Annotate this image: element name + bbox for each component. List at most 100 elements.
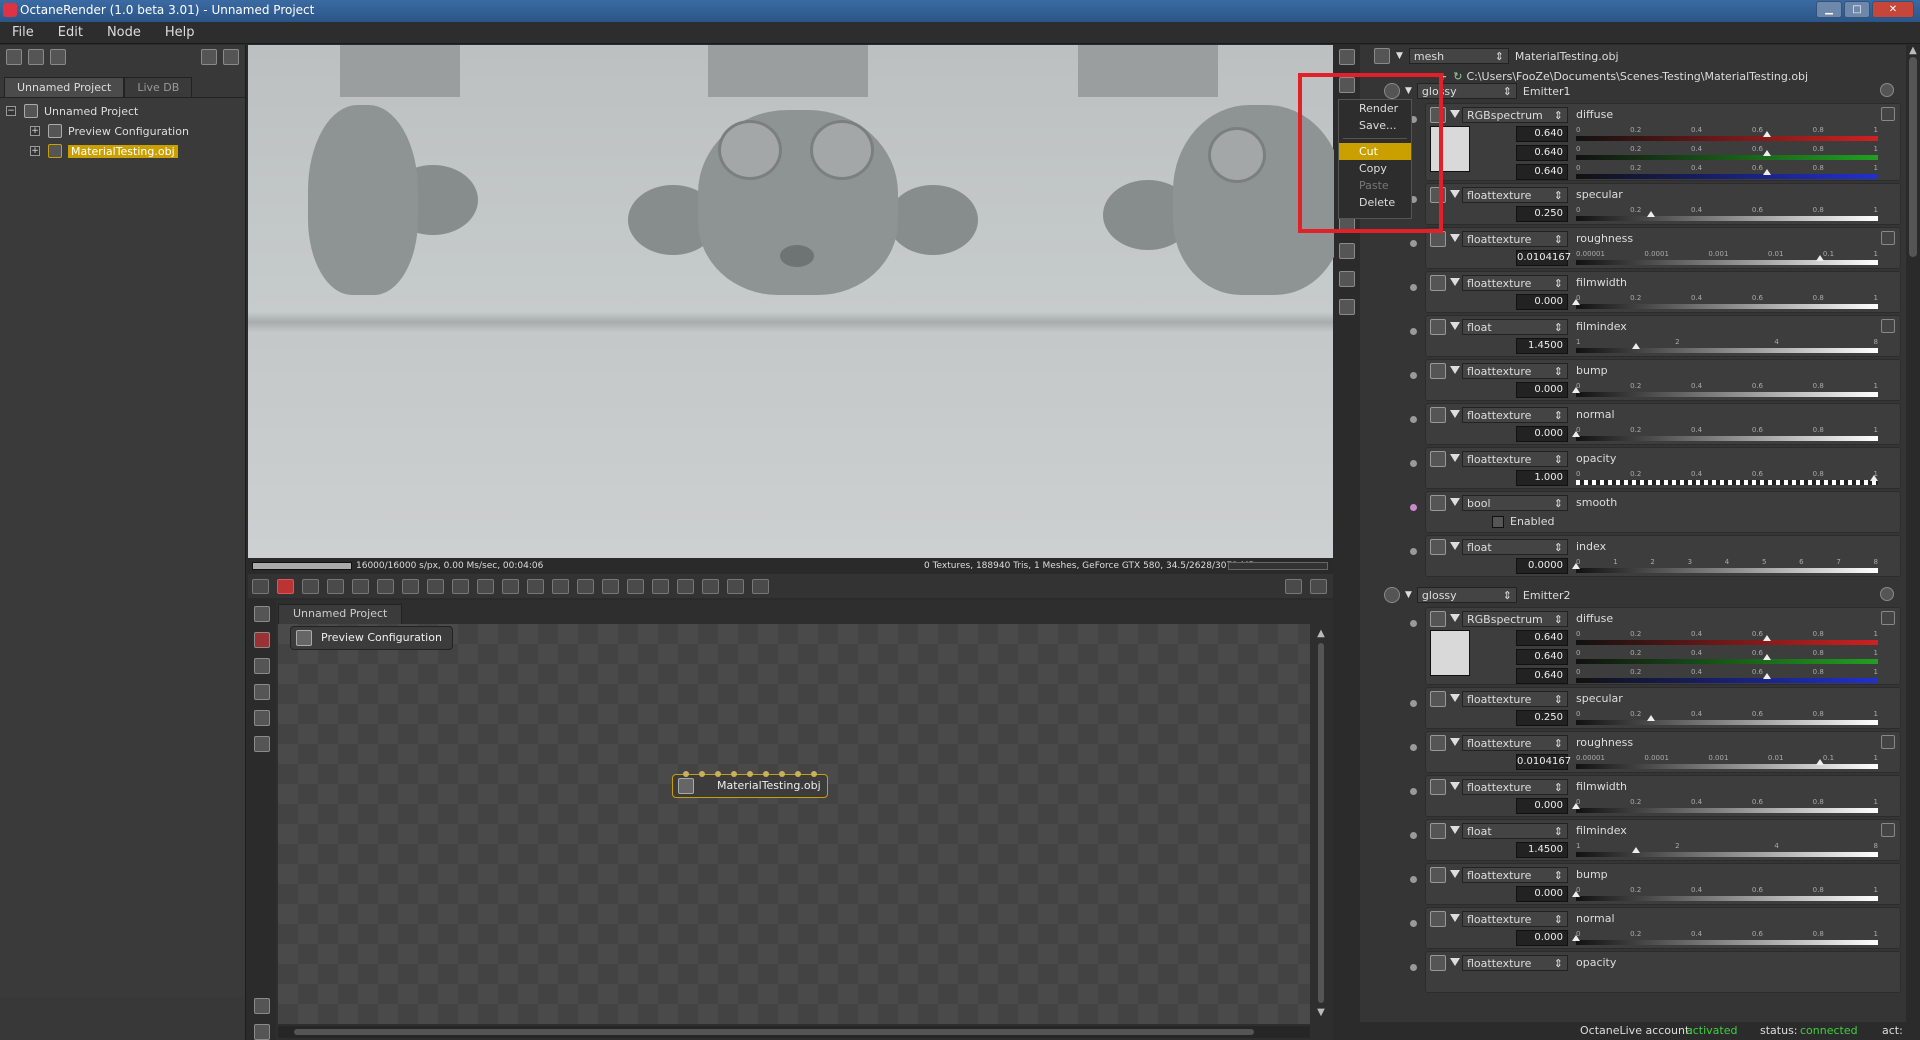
node-input-pin[interactable] — [811, 771, 817, 777]
expand-icon[interactable]: + — [30, 126, 40, 136]
param-type-dropdown[interactable]: floattexture ⇕ — [1462, 911, 1568, 927]
texture-type-icon[interactable] — [1430, 231, 1446, 247]
sphere-icon[interactable] — [527, 578, 544, 594]
scroll-thumb[interactable] — [1318, 643, 1324, 1003]
param-connection-pin[interactable] — [1410, 504, 1417, 511]
texture-type-icon[interactable] — [1430, 407, 1446, 423]
menu-edit[interactable]: Edit — [46, 22, 95, 43]
slider-track[interactable] — [1576, 940, 1878, 945]
visibility-eye-icon[interactable] — [1880, 587, 1894, 601]
param-slider[interactable]: 0 0.2 0.4 0.6 0.8 1 — [1576, 710, 1878, 725]
param-slider[interactable]: 0 0.2 0.4 0.6 0.8 1 — [1572, 426, 1878, 441]
param-slider[interactable]: 0 0.2 0.4 0.6 0.8 1 — [1572, 294, 1878, 309]
collapse-arrow-icon[interactable] — [1450, 542, 1460, 550]
wrench-icon[interactable] — [201, 49, 217, 65]
param-value-field[interactable]: 0.000 — [1516, 294, 1568, 310]
param-value-field[interactable]: 0.250 — [1516, 710, 1568, 726]
curve-icon[interactable] — [1881, 735, 1895, 749]
param-type-dropdown[interactable]: floattexture ⇕ — [1462, 451, 1568, 467]
param-connection-pin[interactable] — [1410, 744, 1417, 751]
texture-type-icon[interactable] — [1430, 691, 1446, 707]
texture-type-icon[interactable] — [1430, 539, 1446, 555]
node-graph-horizontal-scrollbar[interactable] — [278, 1026, 1310, 1038]
texture-type-icon[interactable] — [1430, 495, 1446, 511]
param-type-dropdown[interactable]: float ⇕ — [1462, 823, 1568, 839]
slider-track[interactable] — [1576, 174, 1878, 179]
param-type-dropdown[interactable]: bool ⇕ — [1462, 495, 1568, 511]
slider-knob[interactable] — [1572, 299, 1580, 305]
menu-item-cut[interactable]: Cut — [1339, 143, 1411, 160]
param-type-dropdown[interactable]: floattexture ⇕ — [1462, 735, 1568, 751]
scroll-thumb[interactable] — [294, 1029, 1254, 1035]
texture-type-icon[interactable] — [1430, 779, 1446, 795]
node-graph-vertical-scrollbar[interactable]: ▲ ▼ — [1315, 628, 1327, 1028]
slider-track[interactable] — [1576, 659, 1878, 664]
slider-track[interactable] — [1576, 568, 1878, 573]
texture-node-icon[interactable] — [254, 710, 270, 726]
material-type-dropdown[interactable]: glossy ⇕ — [1416, 587, 1517, 603]
scroll-up-icon[interactable]: ▲ — [1315, 628, 1327, 639]
node-preview-configuration[interactable]: Preview Configuration — [290, 626, 453, 650]
slider-knob[interactable] — [1646, 211, 1655, 217]
color-swatch[interactable] — [1430, 126, 1470, 172]
grid-icon[interactable] — [577, 578, 594, 594]
tab-node-graph-project[interactable]: Unnamed Project — [278, 604, 403, 624]
tree-item-materialtesting[interactable]: + MaterialTesting.obj — [0, 141, 245, 161]
visibility-eye-icon[interactable] — [1881, 611, 1895, 625]
slider-track[interactable] — [1576, 155, 1878, 160]
slider-track[interactable] — [1576, 480, 1878, 485]
slider-knob[interactable] — [1631, 847, 1640, 853]
slider-knob[interactable] — [1572, 387, 1580, 393]
slider-knob[interactable] — [1762, 654, 1771, 660]
visibility-eye-icon[interactable] — [1881, 107, 1895, 121]
lock-icon[interactable] — [752, 578, 769, 594]
save-image-icon[interactable] — [677, 578, 694, 594]
node-inspector-icon[interactable] — [1339, 77, 1355, 93]
node-graph-canvas[interactable]: Preview Configuration MaterialTesting.ob… — [278, 624, 1310, 1024]
node-input-pin[interactable] — [731, 771, 737, 777]
rgb-slider[interactable]: 0 0.2 0.4 0.6 0.8 1 — [1576, 630, 1878, 645]
slider-knob[interactable] — [1631, 343, 1640, 349]
param-slider[interactable]: 012345678 — [1572, 558, 1878, 573]
collapse-arrow-icon[interactable]: ▼ — [1405, 590, 1412, 600]
focus-picker-icon[interactable] — [427, 578, 444, 594]
rewind-icon[interactable] — [327, 578, 344, 594]
param-connection-pin[interactable] — [1410, 460, 1417, 467]
collapse-arrow-icon[interactable] — [1450, 110, 1460, 118]
param-connection-pin[interactable] — [1410, 620, 1417, 627]
region-render-icon[interactable] — [402, 578, 419, 594]
checker-icon[interactable] — [602, 578, 619, 594]
param-slider[interactable]: 0 0.2 0.4 0.6 0.8 1 — [1572, 382, 1878, 397]
param-connection-pin[interactable] — [1410, 284, 1417, 291]
slider-track[interactable] — [1576, 896, 1878, 901]
slider-knob[interactable] — [1646, 715, 1655, 721]
param-connection-pin[interactable] — [1410, 372, 1417, 379]
texture-type-icon[interactable] — [1430, 955, 1446, 971]
close-button[interactable]: ✕ — [1872, 1, 1914, 18]
rgb-slider[interactable]: 0 0.2 0.4 0.6 0.8 1 — [1576, 668, 1878, 683]
param-value-field[interactable]: 0.000 — [1516, 426, 1568, 442]
rgb-value-field[interactable]: 0.640 — [1516, 126, 1568, 142]
material-node-icon[interactable] — [254, 684, 270, 700]
param-connection-pin[interactable] — [1410, 700, 1417, 707]
image-settings-icon[interactable] — [1339, 243, 1355, 259]
param-type-dropdown[interactable]: RGBspectrum ⇕ — [1462, 611, 1568, 627]
param-type-dropdown[interactable]: floattexture ⇕ — [1462, 691, 1568, 707]
param-slider[interactable]: 0.00001 0.0001 0.001 0.01 0.1 1 — [1576, 250, 1878, 265]
sphere-alt-icon[interactable] — [552, 578, 569, 594]
collapse-arrow-icon[interactable] — [1450, 278, 1460, 286]
node-input-pin[interactable] — [715, 771, 721, 777]
inspector-scrollbar[interactable]: ▲ — [1906, 45, 1920, 1020]
collapse-arrow-icon[interactable] — [1450, 366, 1460, 374]
slider-knob[interactable] — [1572, 935, 1580, 941]
play-icon[interactable] — [377, 578, 394, 594]
param-value-field[interactable]: 1.4500 — [1516, 338, 1568, 354]
slider-track[interactable] — [1576, 260, 1878, 265]
texture-type-icon[interactable] — [1430, 107, 1446, 123]
tab-live-db[interactable]: Live DB — [124, 77, 193, 97]
menu-item-render[interactable]: Render — [1339, 100, 1411, 117]
slider-knob[interactable] — [1870, 475, 1878, 481]
scroll-thumb[interactable] — [1909, 57, 1917, 257]
slider-knob[interactable] — [1762, 635, 1771, 641]
param-value-field[interactable]: 0.0104167 — [1516, 754, 1571, 770]
